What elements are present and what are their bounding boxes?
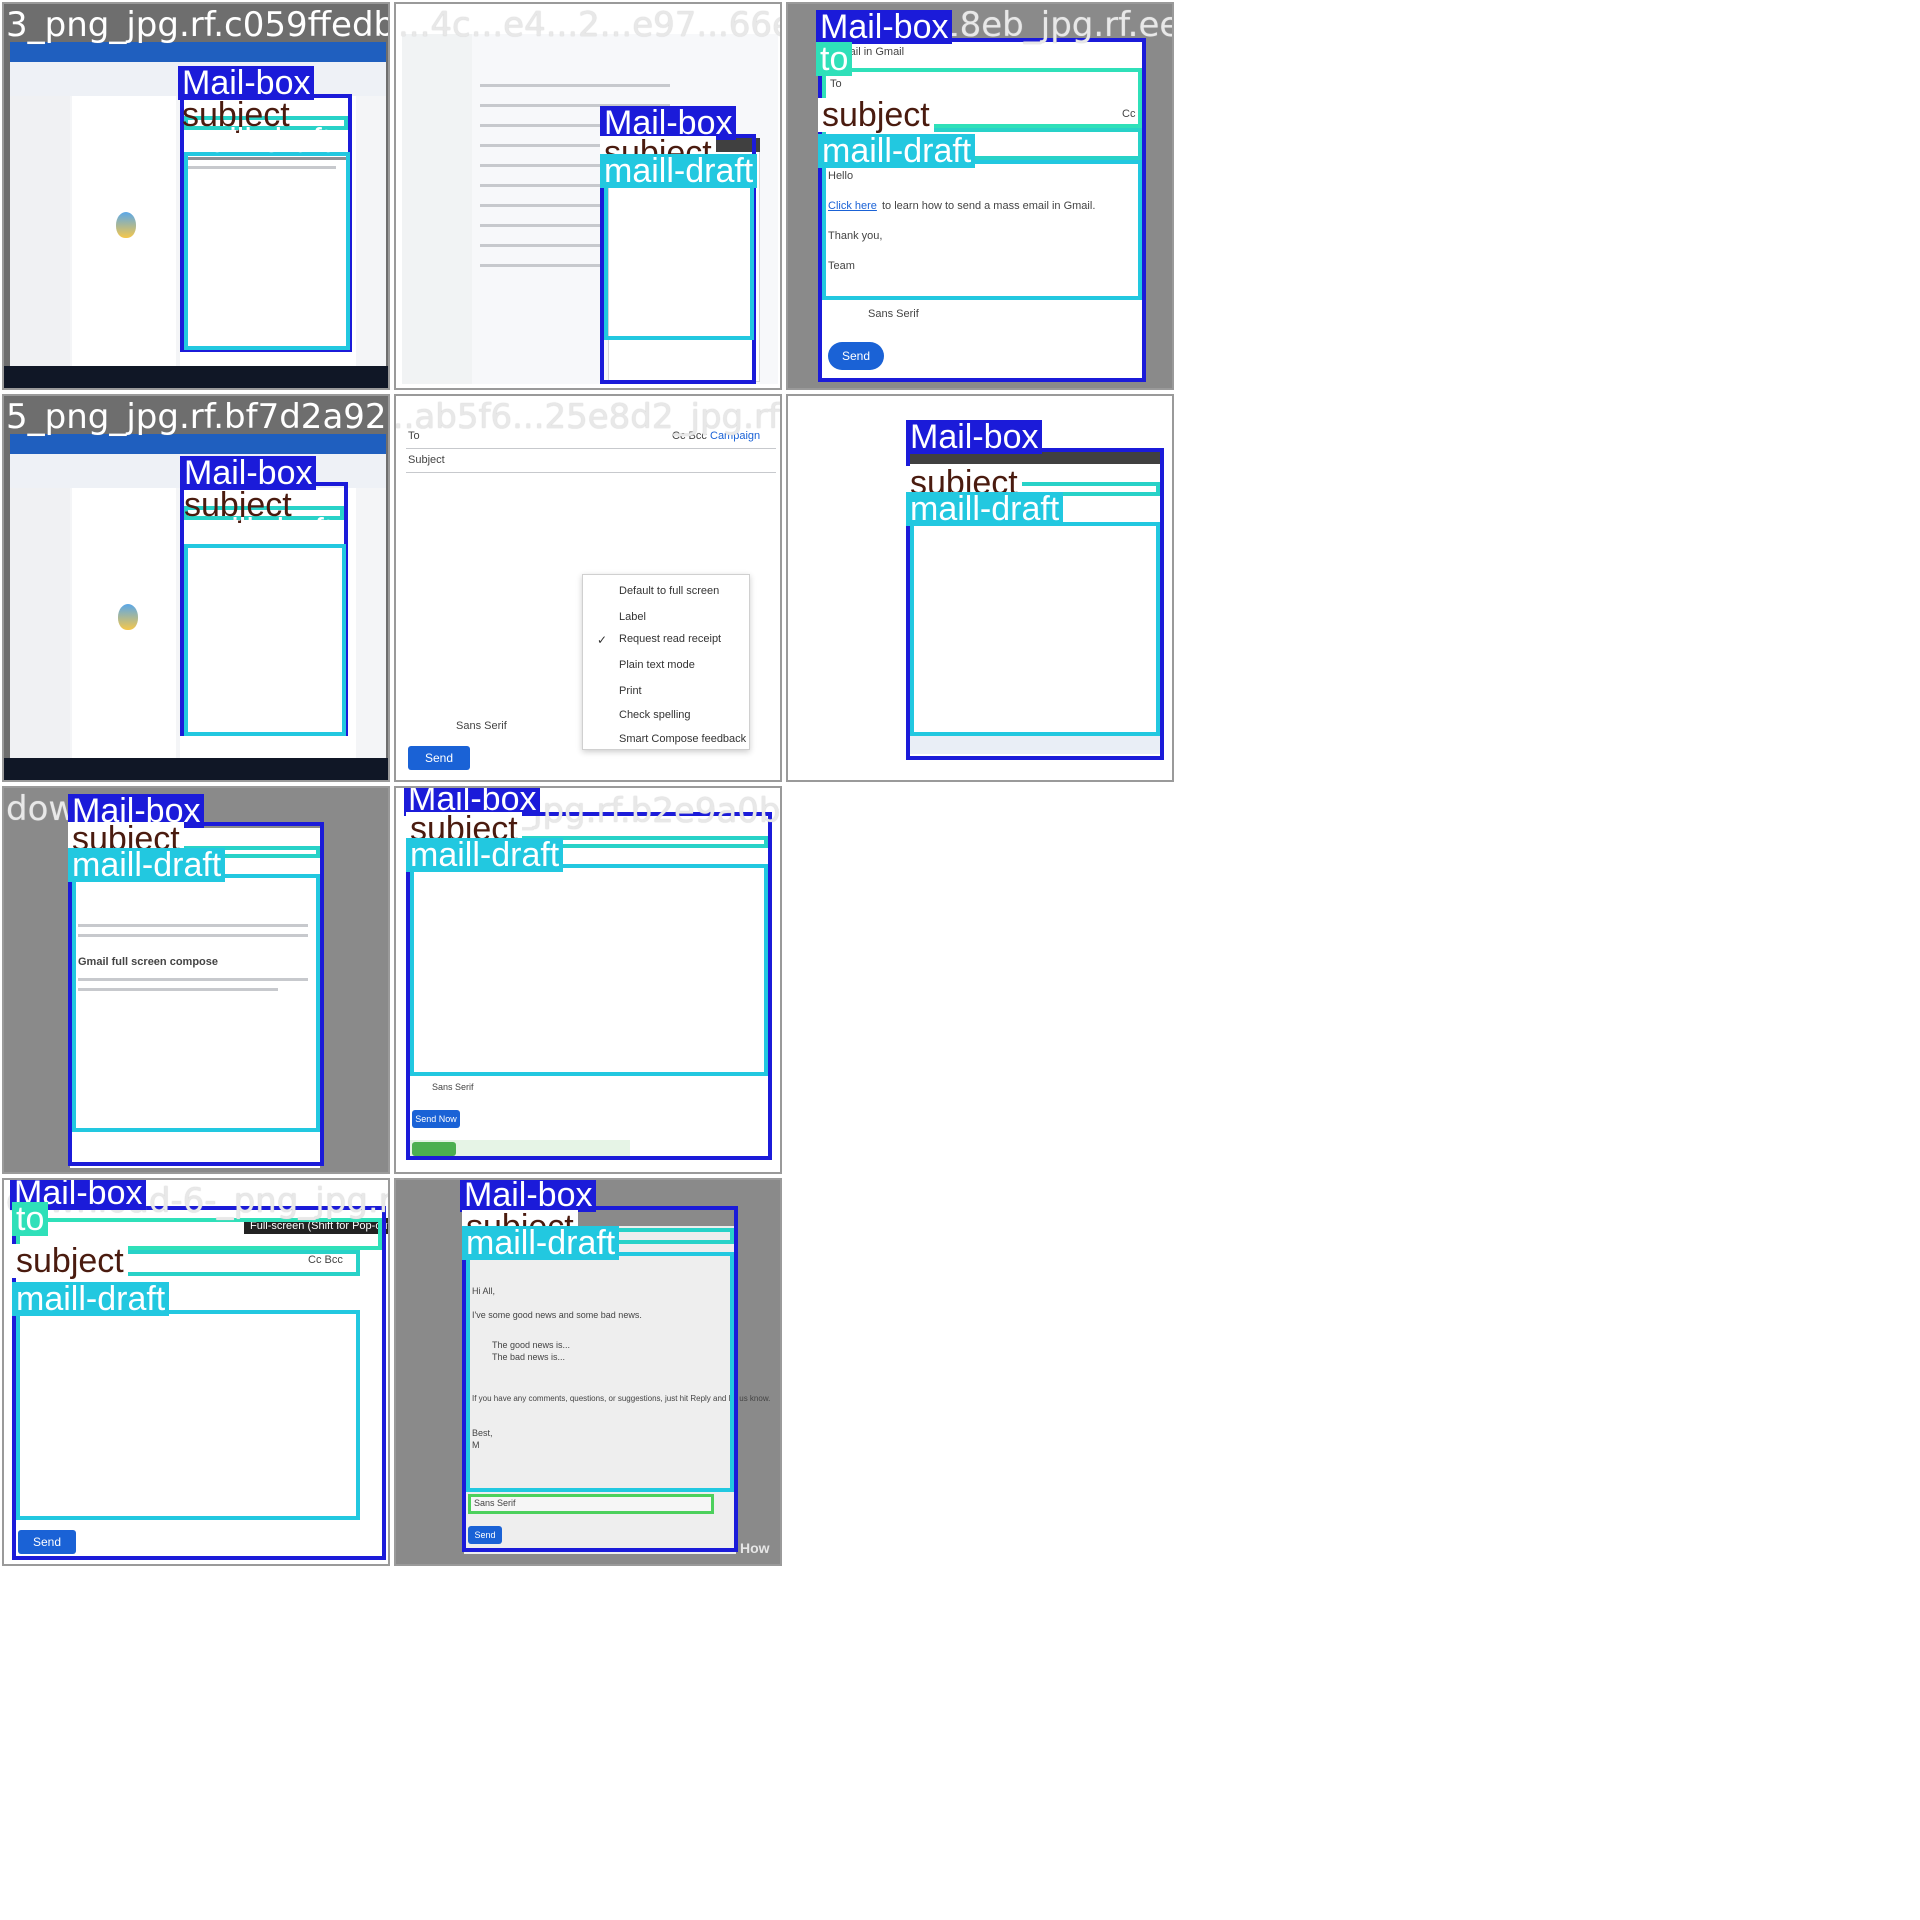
font-selector[interactable]: Sans Serif bbox=[456, 720, 507, 732]
subject-divider bbox=[406, 472, 776, 473]
outlook-title-bar bbox=[10, 434, 386, 454]
tag-maill-draft: maill-draft bbox=[462, 1226, 620, 1260]
outlook-title-bar bbox=[10, 42, 386, 62]
windows-taskbar bbox=[4, 366, 388, 388]
bbox-maill-draft bbox=[16, 1310, 360, 1520]
tag-mail-box: Mail-box bbox=[180, 456, 317, 490]
bbox-maill-draft bbox=[184, 544, 346, 736]
tile-filename: 5_png_jpg.rf.bf7d2a92e261fa... bbox=[6, 397, 388, 437]
bbox-maill-draft bbox=[184, 152, 350, 350]
tag-maill-draft: maill-draft bbox=[182, 122, 332, 160]
tag-subject: subject bbox=[818, 98, 934, 132]
tag-mail-box: Mail-box bbox=[460, 1180, 597, 1212]
tag-maill-draft: maill-draft bbox=[184, 512, 334, 550]
bbox-maill-draft bbox=[822, 160, 1142, 300]
bbox-maill-draft bbox=[410, 864, 768, 1076]
tag-to: to bbox=[816, 42, 853, 76]
outlook-folder-pane bbox=[10, 96, 70, 374]
outlook-folder-pane bbox=[10, 488, 70, 766]
tile-8-gmail-template-compose: Sans Serif Send Now _jpg.rf.b2e9a0b9...b… bbox=[394, 786, 782, 1174]
bbox-maill-draft bbox=[466, 1252, 734, 1492]
tag-mail-box: Mail-box bbox=[906, 420, 1043, 454]
tag-subject: subject bbox=[12, 1244, 128, 1278]
tile-filename: 3_png_jpg.rf.c059ffedbee3ed bbox=[6, 5, 388, 45]
bbox-maill-draft bbox=[604, 180, 754, 340]
tile-9-gmail-fullscreen-blank: To Cc Bcc Full-screen (Shift for Pop-out… bbox=[2, 1178, 390, 1566]
menu-item-request-read-receipt[interactable]: Request read receipt bbox=[619, 633, 721, 645]
tag-maill-draft: maill-draft bbox=[12, 1282, 170, 1316]
menu-item-print[interactable]: Print bbox=[619, 685, 642, 697]
bbox-maill-draft bbox=[910, 522, 1160, 736]
menu-item-default-full-screen[interactable]: Default to full screen bbox=[619, 585, 719, 597]
tag-mail-box: Mail-box bbox=[178, 66, 315, 100]
windows-taskbar bbox=[4, 758, 388, 780]
balloon-illustration bbox=[118, 604, 138, 630]
tile-3-gmail-compose-popup: ...Email in Gmail To Cc Hello Click here… bbox=[786, 2, 1174, 390]
tile-filename: ...ab5f6...25e8d2_jpg.rf.0ee4d...8c...9f… bbox=[394, 397, 782, 437]
menu-item-smart-compose-feedback[interactable]: Smart Compose feedback bbox=[619, 733, 746, 745]
tile-4-outlook-compose: 5_png_jpg.rf.bf7d2a92e261fa... Mail-box … bbox=[2, 394, 390, 782]
menu-item-plain-text-mode[interactable]: Plain text mode bbox=[619, 659, 695, 671]
tag-maill-draft: maill-draft bbox=[406, 838, 564, 872]
menu-item-check-spelling[interactable]: Check spelling bbox=[619, 709, 691, 721]
wikihow-watermark: How bbox=[740, 1540, 770, 1556]
inbox-row bbox=[480, 84, 670, 87]
tag-to: to bbox=[12, 1202, 49, 1236]
tile-6-gmail-compose-blank: Mail-box subject maill-draft bbox=[786, 394, 1174, 782]
send-button[interactable]: Send bbox=[408, 746, 470, 770]
tile-7-gmail-fullscreen-article: Gmail full screen compose dow Mail-box s… bbox=[2, 786, 390, 1174]
tag-maill-draft: maill-draft bbox=[68, 848, 226, 882]
bbox-maill-draft bbox=[72, 874, 320, 1132]
tag-maill-draft: maill-draft bbox=[818, 134, 976, 168]
menu-item-label[interactable]: Label bbox=[619, 611, 646, 623]
more-options-menu: Default to full screen Label ✓ Request r… bbox=[582, 574, 750, 750]
tile-filename-tail: 18eb_jpg.rf.ee5eaf15a96dc4f9ff5 bbox=[938, 5, 1172, 45]
tag-maill-draft: maill-draft bbox=[600, 154, 758, 188]
tag-mail-box: Mail-box bbox=[816, 10, 953, 44]
tile-filename-tail: _jpg.rf.b2e9a0b9...b5...jpg.rf.921bb2c49… bbox=[516, 791, 781, 831]
tile-1-outlook-compose: 3_png_jpg.rf.c059ffedbee3ed Mail-box sub… bbox=[2, 2, 390, 390]
balloon-illustration bbox=[116, 212, 136, 238]
tile-10-gmail-newsletter: Hi All, I've some good news and some bad… bbox=[394, 1178, 782, 1566]
tile-filename: dow bbox=[6, 789, 77, 829]
tile-2-gmail-inbox-compose: ...4c...e4...2...e97...66ea18...e... Mai… bbox=[394, 2, 782, 390]
checkmark-icon: ✓ bbox=[597, 633, 608, 647]
to-divider bbox=[406, 448, 776, 449]
tag-maill-draft: maill-draft bbox=[906, 492, 1064, 526]
gmail-sidebar bbox=[402, 34, 472, 384]
tile-filename: ...4c...e4...2...e97...66ea18...e... bbox=[398, 5, 780, 45]
tile-5-gmail-more-options: To Cc Bcc Campaign Subject Default to fu… bbox=[394, 394, 782, 782]
subject-field-label: Subject bbox=[408, 454, 445, 466]
